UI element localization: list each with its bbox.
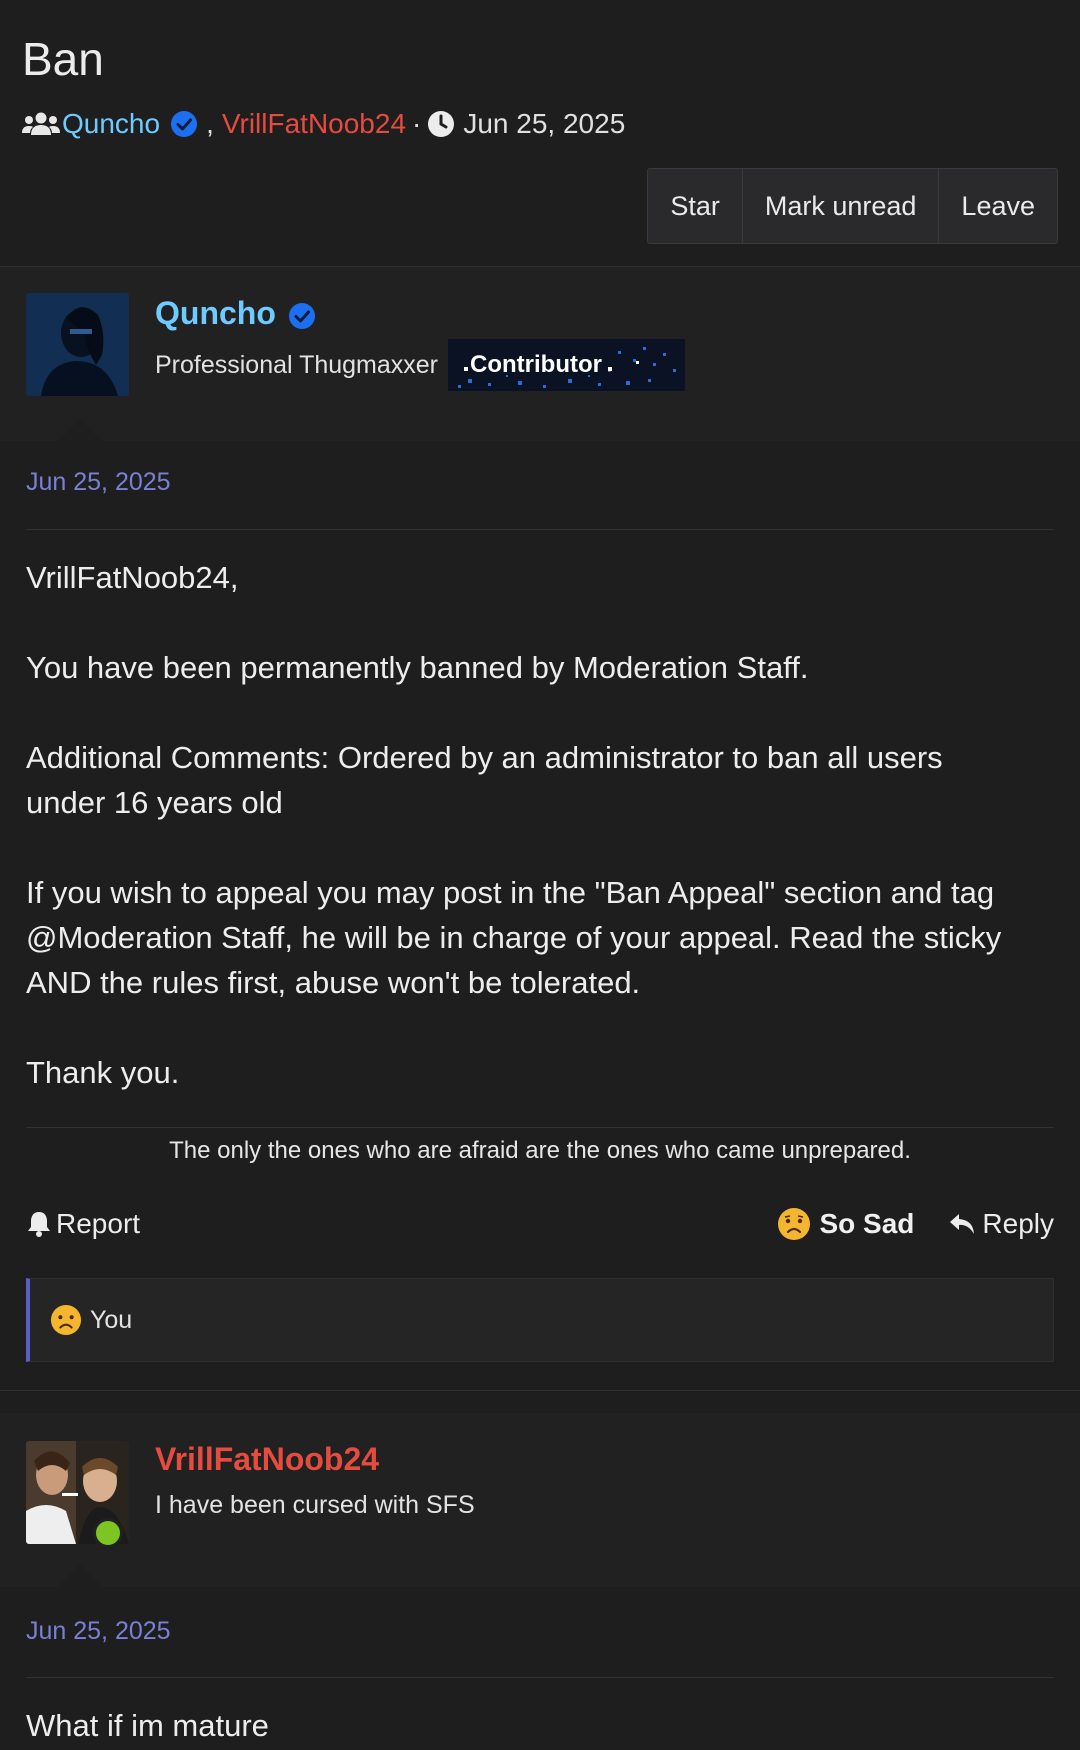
post-author-header: Quncho Professional Thugmaxxer Contribut… (0, 267, 1080, 441)
online-status-indicator (93, 1518, 123, 1548)
leave-button[interactable]: Leave (939, 169, 1057, 243)
page-title: Ban (22, 33, 104, 85)
contributor-badge-label: Contributor (470, 351, 602, 378)
contributor-badge: Contributor (448, 339, 686, 391)
sad-face-icon (777, 1207, 811, 1241)
reply-button[interactable]: Reply (948, 1208, 1054, 1240)
participant-link-quncho[interactable]: Quncho (62, 108, 160, 140)
post-greeting: VrillFatNoob24, (26, 560, 239, 595)
conversation-meta: Quncho , VrillFatNoob24 · Jun 25, 2025 (22, 104, 625, 144)
post-body: VrillFatNoob24, You have been permanentl… (26, 555, 1054, 1140)
conversation-date[interactable]: Jun 25, 2025 (463, 108, 625, 140)
post-author-link[interactable]: VrillFatNoob24 (155, 1441, 379, 1478)
clock-icon (427, 110, 455, 138)
post-notch (58, 419, 102, 441)
post-paragraph: Additional Comments: Ordered by an admin… (26, 740, 943, 820)
verified-icon (170, 110, 198, 138)
post-author-link[interactable]: Quncho (155, 295, 276, 332)
report-button[interactable]: Report (26, 1208, 140, 1240)
verified-icon (288, 300, 316, 329)
bell-icon (28, 1212, 50, 1237)
participant-link-vrillfatnoob24[interactable]: VrillFatNoob24 (222, 108, 406, 140)
divider (0, 1390, 1080, 1391)
so-sad-reaction-button[interactable]: So Sad (777, 1207, 914, 1241)
star-button[interactable]: Star (648, 169, 743, 243)
post-date[interactable]: Jun 25, 2025 (26, 468, 171, 497)
user-title-text: Professional Thugmaxxer (155, 350, 439, 379)
post-paragraph: You have been permanently banned by Mode… (26, 650, 809, 685)
post-date[interactable]: Jun 25, 2025 (26, 1617, 171, 1646)
divider (26, 1677, 1054, 1678)
post-body: What if im mature (26, 1703, 1054, 1750)
post-author-title: I have been cursed with SFS (155, 1491, 475, 1520)
so-sad-label: So Sad (819, 1208, 915, 1239)
post-author-name[interactable]: Quncho (155, 295, 324, 332)
post-paragraph: If you wish to appeal you may post in th… (26, 875, 1002, 1000)
post-paragraph: Thank you. (26, 1055, 180, 1090)
reactions-summary[interactable]: You (26, 1278, 1054, 1362)
divider (26, 529, 1054, 530)
participant-separator: , (206, 108, 214, 139)
post-notch (58, 1565, 102, 1587)
conversation-header: Ban Quncho , VrillFatNoob24 · Jun 25, 20… (0, 0, 1080, 266)
mark-unread-button[interactable]: Mark unread (743, 169, 940, 243)
avatar[interactable] (26, 293, 129, 396)
post-paragraph: What if im mature (26, 1708, 269, 1743)
reply-icon (950, 1214, 975, 1234)
reply-label: Reply (982, 1208, 1054, 1239)
meta-dot: · (412, 108, 422, 139)
reacted-by-text: You (90, 1305, 133, 1334)
post-actions: Report So Sad Reply (26, 1199, 1054, 1249)
user-signature: The only the ones who are afraid are the… (169, 1137, 911, 1164)
post-author-title: Professional Thugmaxxer Contributor (155, 339, 686, 391)
sad-face-icon (50, 1304, 82, 1336)
user-title-text: I have been cursed with SFS (155, 1491, 475, 1519)
post-author-name[interactable]: VrillFatNoob24 (155, 1441, 379, 1478)
post-author-header: VrillFatNoob24 I have been cursed with S… (0, 1413, 1080, 1587)
participants-icon (22, 111, 60, 137)
report-label: Report (56, 1208, 141, 1239)
conversation-actions: Star Mark unread Leave (647, 168, 1058, 244)
signature-divider (26, 1127, 1054, 1128)
